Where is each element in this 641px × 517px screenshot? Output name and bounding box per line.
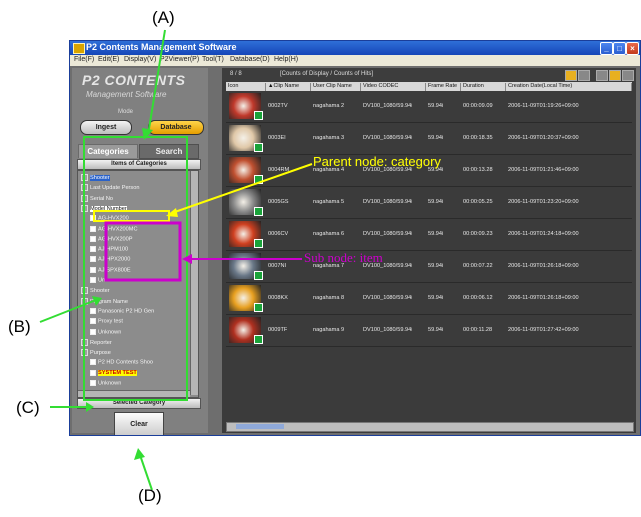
arrow-d-head (134, 448, 145, 460)
parent-node-callout: Parent node: category (313, 154, 441, 169)
arrow-c-head (86, 402, 94, 412)
parent-node-box (93, 210, 170, 222)
sub-node-box (104, 221, 182, 282)
parent-node-arrowhead (166, 208, 178, 217)
arrow-d (139, 454, 153, 491)
label-a: (A) (152, 8, 175, 27)
sub-node-callout: Sub node: item (304, 250, 383, 265)
arrow-b (39, 299, 97, 323)
arrow-a-head (142, 128, 153, 140)
label-b: (B) (8, 317, 31, 336)
arrow-a (147, 29, 166, 136)
tree-highlight-box (83, 136, 188, 401)
parent-node-line (171, 163, 313, 214)
label-c: (C) (16, 398, 40, 417)
label-d: (D) (138, 486, 162, 505)
